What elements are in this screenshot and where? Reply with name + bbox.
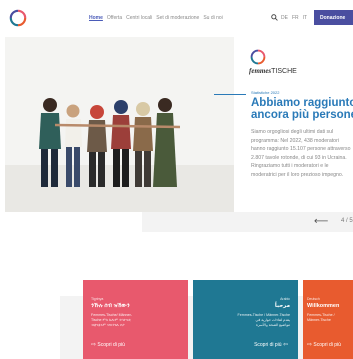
card-language: Deutsch [307,297,320,301]
card-body: Femmes-Tische/ Männer- Tische ምስ ኩሎም ተሳተ… [91,313,132,328]
nav-su-di-noi[interactable]: Su di noi [203,15,222,21]
card-body: Femmes-Tische / Männer-Tische [307,313,335,323]
hero-title: Abbiamo raggiunto ancora più persone [251,97,353,121]
card-language: Tigrinya [91,297,104,301]
brand-name: femmesTISCHE [249,67,297,75]
card-body-line: Männer-Tische [307,318,331,322]
card-language: Arabic [280,297,290,301]
hero-title-line: ancora più persone [251,109,353,121]
card-more-link[interactable]: ⇨ Scopri di più [307,341,341,348]
slider-prev-arrow-icon[interactable]: ⟵ [314,216,328,227]
hero-body-line: moderatrici per il loro prezioso impegno… [251,171,344,178]
language-card-tigrinya[interactable]: Tigrinya ንኹሉ ሰብ ዝኸውን Femmes-Tische/ Männ… [83,280,188,359]
card-more-label: Scopri di più [97,342,125,348]
language-switcher: DE FR IT [281,15,307,21]
card-heading: مرحباً [274,303,290,309]
hero-body-line: 2.807 tavole rotonde, di cui 93 in Ucrai… [251,154,347,161]
card-more-label: Scopri di più [313,342,341,348]
hero-body-line: programma: Nel 2022, 438 moderatori [251,137,339,144]
language-card-deutsch[interactable]: Deutsch Willkommen Femmes-Tische / Männe… [303,280,353,359]
nav-centri-locali[interactable]: Centri locali [126,15,152,21]
hero-body: Siamo orgogliosi degli ultimi dati sul p… [251,128,353,180]
slider-counter[interactable]: 4 / 5 [341,218,353,224]
card-body-line: مواضيع الصحة والأسرة [256,323,290,327]
search-icon[interactable] [271,14,278,21]
hero-body-line: Siamo orgogliosi degli ultimi dati sul [251,129,334,135]
card-heading: ንኹሉ ሰብ ዝኸውን [91,303,130,309]
femmestische-hero-logo-icon [250,49,266,65]
arrow-right-icon: ⇨ [91,342,97,348]
nav-set-moderazione[interactable]: Set di moderazione [156,15,199,21]
card-body-line: ብቋንቋኦም ዝዝተዩሉ ቦታ [91,323,125,327]
femmestische-logo-icon[interactable] [9,9,27,27]
card-body: Femmes-Tische / Männer-Tische يقدم لقاءا… [238,313,290,328]
language-card-arabic[interactable]: Arabic مرحباً Femmes-Tische / Männer-Tis… [193,280,298,359]
card-more-link[interactable]: Scopri di più ⇦ [254,341,288,348]
lang-fr[interactable]: FR [292,15,299,21]
nav-home[interactable]: Home [89,15,103,21]
main-nav: Home Offerta Centri locali Set di modera… [89,15,223,21]
hero-image [5,37,234,212]
lang-de[interactable]: DE [281,15,288,21]
brand-prefix: femmes [249,67,272,75]
site-header: Home Offerta Centri locali Set di modera… [0,0,353,36]
hero-title-line: Abbiamo raggiunto [251,97,353,109]
card-heading: Willkommen [307,303,340,309]
brand-suffix: TISCHE [271,68,297,75]
donate-button[interactable]: Donazione [314,10,353,25]
arrow-right-icon: ⇨ [307,342,313,348]
lang-it[interactable]: IT [303,15,307,21]
hero-body-line: Ringraziamo tutti i moderatori e le [251,163,329,170]
card-more-label: Scopri di più [254,342,282,348]
accent-line [214,94,246,95]
card-more-link[interactable]: ⇨ Scopri di più [91,341,125,348]
arrow-left-icon: ⇦ [282,342,288,348]
nav-offerta[interactable]: Offerta [107,15,122,21]
hero-kicker: Statistiche 2022 [251,90,280,95]
hero-body-line: hanno raggiunto 15.107 persone attravers… [251,146,351,153]
